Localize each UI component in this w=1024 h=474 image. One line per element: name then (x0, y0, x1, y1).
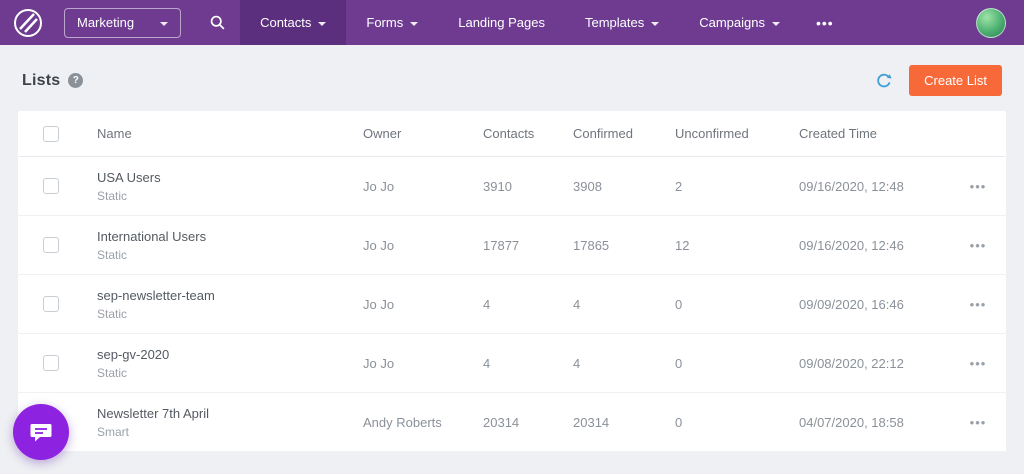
chat-bubble-icon (28, 419, 54, 445)
nav-item-campaigns[interactable]: Campaigns (679, 0, 800, 45)
table-row: Newsletter 7th April Smart Andy Roberts … (18, 393, 1006, 452)
list-confirmed: 3908 (573, 179, 675, 194)
row-checkbox[interactable] (43, 296, 59, 312)
list-owner: Jo Jo (363, 238, 483, 253)
row-actions-button[interactable]: ••• (950, 179, 1006, 194)
list-unconfirmed: 0 (675, 415, 799, 430)
more-icon: ••• (816, 15, 834, 31)
top-navigation-bar: Marketing Contacts Forms Landing Pages T… (0, 0, 1024, 45)
workspace-label: Marketing (77, 15, 134, 30)
chat-widget-button[interactable] (13, 404, 69, 460)
list-contacts: 3910 (483, 179, 573, 194)
app-logo-icon (12, 7, 44, 39)
list-type: Static (97, 366, 363, 380)
list-contacts: 17877 (483, 238, 573, 253)
list-confirmed: 20314 (573, 415, 675, 430)
list-contacts: 20314 (483, 415, 573, 430)
page-title: Lists (22, 72, 60, 90)
lists-table: Name Owner Contacts Confirmed Unconfirme… (18, 111, 1006, 452)
list-confirmed: 4 (573, 297, 675, 312)
refresh-button[interactable] (875, 72, 893, 90)
row-checkbox[interactable] (43, 178, 59, 194)
table-row: sep-newsletter-team Static Jo Jo 4 4 0 0… (18, 275, 1006, 334)
chevron-down-icon (772, 22, 780, 26)
row-actions-button[interactable]: ••• (950, 297, 1006, 312)
app-logo[interactable] (0, 0, 56, 45)
nav-label: Landing Pages (458, 15, 545, 30)
nav-label: Templates (585, 15, 644, 30)
list-confirmed: 4 (573, 356, 675, 371)
row-actions-button[interactable]: ••• (950, 238, 1006, 253)
column-header-name: Name (97, 126, 363, 141)
table-header-row: Name Owner Contacts Confirmed Unconfirme… (18, 111, 1006, 157)
refresh-icon (875, 72, 893, 90)
list-created-time: 09/09/2020, 16:46 (799, 297, 950, 312)
column-header-unconfirmed: Unconfirmed (675, 126, 799, 141)
column-header-contacts: Contacts (483, 126, 573, 141)
nav-item-contacts[interactable]: Contacts (240, 0, 346, 45)
column-header-owner: Owner (363, 126, 483, 141)
chevron-down-icon (410, 22, 418, 26)
list-created-time: 09/08/2020, 22:12 (799, 356, 950, 371)
list-contacts: 4 (483, 297, 573, 312)
create-list-button[interactable]: Create List (909, 65, 1002, 96)
nav-label: Contacts (260, 15, 311, 30)
list-owner: Andy Roberts (363, 415, 483, 430)
list-name[interactable]: sep-newsletter-team (97, 288, 363, 303)
row-checkbox[interactable] (43, 237, 59, 253)
help-icon[interactable]: ? (68, 73, 83, 88)
main-nav: Contacts Forms Landing Pages Templates C… (240, 0, 850, 45)
list-unconfirmed: 0 (675, 297, 799, 312)
page-header-actions: Create List (875, 65, 1002, 96)
nav-item-templates[interactable]: Templates (565, 0, 679, 45)
list-unconfirmed: 0 (675, 356, 799, 371)
table-row: USA Users Static Jo Jo 3910 3908 2 09/16… (18, 157, 1006, 216)
list-created-time: 09/16/2020, 12:48 (799, 179, 950, 194)
list-owner: Jo Jo (363, 356, 483, 371)
row-actions-button[interactable]: ••• (950, 415, 1006, 430)
list-contacts: 4 (483, 356, 573, 371)
column-header-created: Created Time (799, 126, 950, 141)
select-all-checkbox[interactable] (43, 126, 59, 142)
chevron-down-icon (318, 22, 326, 26)
list-unconfirmed: 12 (675, 238, 799, 253)
row-checkbox[interactable] (43, 355, 59, 371)
list-name[interactable]: Newsletter 7th April (97, 406, 363, 421)
search-icon (209, 14, 226, 31)
list-name[interactable]: sep-gv-2020 (97, 347, 363, 362)
list-name[interactable]: International Users (97, 229, 363, 244)
column-header-confirmed: Confirmed (573, 126, 675, 141)
workspace-selector[interactable]: Marketing (64, 8, 181, 38)
list-type: Static (97, 248, 363, 262)
nav-item-landing-pages[interactable]: Landing Pages (438, 0, 565, 45)
page-header: Lists ? Create List (0, 45, 1024, 111)
list-type: Static (97, 189, 363, 203)
list-type: Static (97, 307, 363, 321)
list-owner: Jo Jo (363, 179, 483, 194)
table-row: sep-gv-2020 Static Jo Jo 4 4 0 09/08/202… (18, 334, 1006, 393)
list-name[interactable]: USA Users (97, 170, 363, 185)
list-created-time: 04/07/2020, 18:58 (799, 415, 950, 430)
nav-item-forms[interactable]: Forms (346, 0, 438, 45)
row-actions-button[interactable]: ••• (950, 356, 1006, 371)
nav-label: Campaigns (699, 15, 765, 30)
search-button[interactable] (209, 14, 226, 31)
chevron-down-icon (651, 22, 659, 26)
table-row: International Users Static Jo Jo 17877 1… (18, 216, 1006, 275)
nav-label: Forms (366, 15, 403, 30)
chevron-down-icon (160, 22, 168, 26)
list-owner: Jo Jo (363, 297, 483, 312)
list-unconfirmed: 2 (675, 179, 799, 194)
list-type: Smart (97, 425, 363, 439)
list-created-time: 09/16/2020, 12:46 (799, 238, 950, 253)
list-confirmed: 17865 (573, 238, 675, 253)
user-avatar[interactable] (976, 8, 1006, 38)
nav-more-button[interactable]: ••• (800, 0, 850, 45)
